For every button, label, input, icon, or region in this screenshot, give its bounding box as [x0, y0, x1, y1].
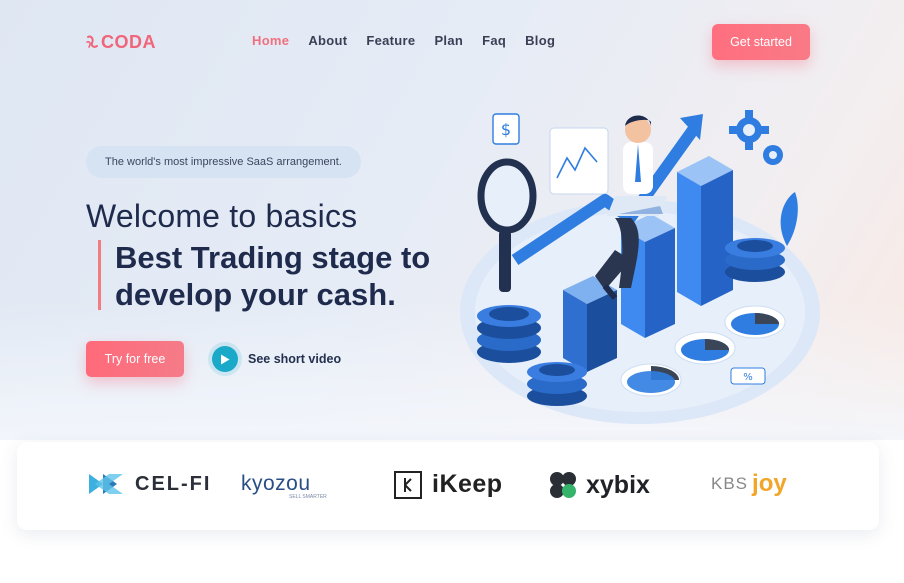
- get-started-button[interactable]: Get started: [712, 24, 810, 60]
- hero-title-line1: Best Trading stage to: [115, 240, 431, 275]
- nav-feature[interactable]: Feature: [366, 33, 415, 48]
- partner-cel-fi[interactable]: CEL-FI: [87, 472, 211, 496]
- partner-logos-bar: CEL-FI kyozou SELL SMARTER iKeep xybix K…: [17, 442, 879, 530]
- partner-name: kyozou: [241, 472, 311, 495]
- nav-faq[interactable]: Faq: [482, 33, 506, 48]
- hero-section: CODA Home About Feature Plan Faq Blog Ge…: [0, 0, 904, 440]
- try-for-free-button[interactable]: Try for free: [86, 341, 184, 377]
- partner-name: CEL-FI: [135, 472, 212, 495]
- leaf-icon: [780, 192, 798, 246]
- partner-name: xybix: [586, 470, 650, 499]
- nav-home[interactable]: Home: [252, 33, 289, 48]
- partner-kyozou[interactable]: kyozou SELL SMARTER: [241, 472, 327, 500]
- gear-icon: [729, 110, 783, 165]
- partner-tagline: SELL SMARTER: [289, 494, 327, 500]
- dollar-bubble-icon: $: [492, 113, 520, 145]
- video-link-label[interactable]: See short video: [248, 352, 341, 366]
- nav-blog[interactable]: Blog: [525, 33, 555, 48]
- tagline-pill: The world's most impressive SaaS arrange…: [86, 146, 361, 178]
- partner-name-suffix: joy: [752, 470, 787, 497]
- svg-text:%: %: [743, 372, 753, 383]
- play-icon[interactable]: [212, 346, 238, 372]
- logo-text: CODA: [101, 31, 156, 52]
- nav-plan[interactable]: Plan: [434, 33, 463, 48]
- swirl-icon: [86, 35, 98, 48]
- hero-title-bold: Best Trading stage to develop your cash.: [98, 240, 431, 312]
- cel-fi-logo: [89, 474, 123, 494]
- nav-about[interactable]: About: [308, 33, 347, 48]
- svg-text:$: $: [501, 120, 511, 139]
- video-link[interactable]: See short video: [212, 346, 341, 372]
- trading-illustration: $ %: [460, 110, 820, 424]
- partner-kbs-joy[interactable]: KBS joy: [711, 470, 787, 498]
- chart-card-icon: [549, 127, 609, 195]
- xybix-logo: [550, 472, 576, 498]
- ikeep-logo: [394, 470, 422, 499]
- main-nav: Home About Feature Plan Faq Blog: [252, 33, 555, 48]
- logo[interactable]: CODA: [86, 31, 156, 53]
- partner-ikeep[interactable]: iKeep: [394, 470, 503, 499]
- hero-title-light: Welcome to basics: [86, 198, 358, 234]
- partner-name: KBS: [711, 474, 749, 493]
- partner-xybix[interactable]: xybix: [548, 470, 650, 500]
- hero-title-line2: develop your cash.: [115, 277, 396, 312]
- partner-name: iKeep: [432, 470, 503, 498]
- percent-tag-icon: %: [730, 367, 766, 385]
